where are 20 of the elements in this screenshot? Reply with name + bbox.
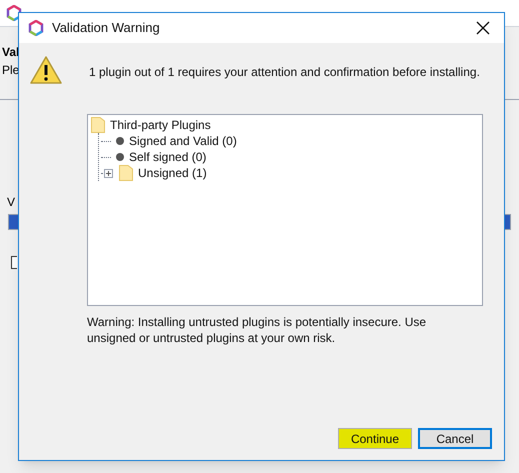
dialog-message: 1 plugin out of 1 requires your attention and confirmation before installing. xyxy=(89,64,480,81)
checkbox[interactable] xyxy=(11,256,17,269)
field-label: V xyxy=(7,195,16,209)
folder-icon xyxy=(91,117,105,133)
close-icon xyxy=(476,21,490,35)
warning-icon xyxy=(29,55,63,85)
dialog-logo xyxy=(28,20,44,36)
folder-icon xyxy=(119,165,133,181)
tree-item[interactable]: Third-party Plugins xyxy=(110,116,211,134)
tree-item[interactable]: Unsigned (1) xyxy=(138,164,207,182)
tree-item[interactable]: Signed and Valid (0) xyxy=(129,132,237,150)
dialog-button[interactable]: Continue xyxy=(338,428,412,449)
page-description: Ple xyxy=(2,62,20,79)
expand-toggle[interactable] xyxy=(104,168,113,178)
dialog-title: Validation Warning xyxy=(52,19,161,38)
dialog-button[interactable]: Cancel xyxy=(418,428,492,449)
warning-text: Warning: Installing untrusted plugins is potentially insecure. Use unsigned or untrusted plugins at your own risk. xyxy=(87,314,428,346)
bullet-icon xyxy=(116,153,124,161)
tree-item[interactable]: Self signed (0) xyxy=(129,148,206,166)
bullet-icon xyxy=(116,137,124,145)
